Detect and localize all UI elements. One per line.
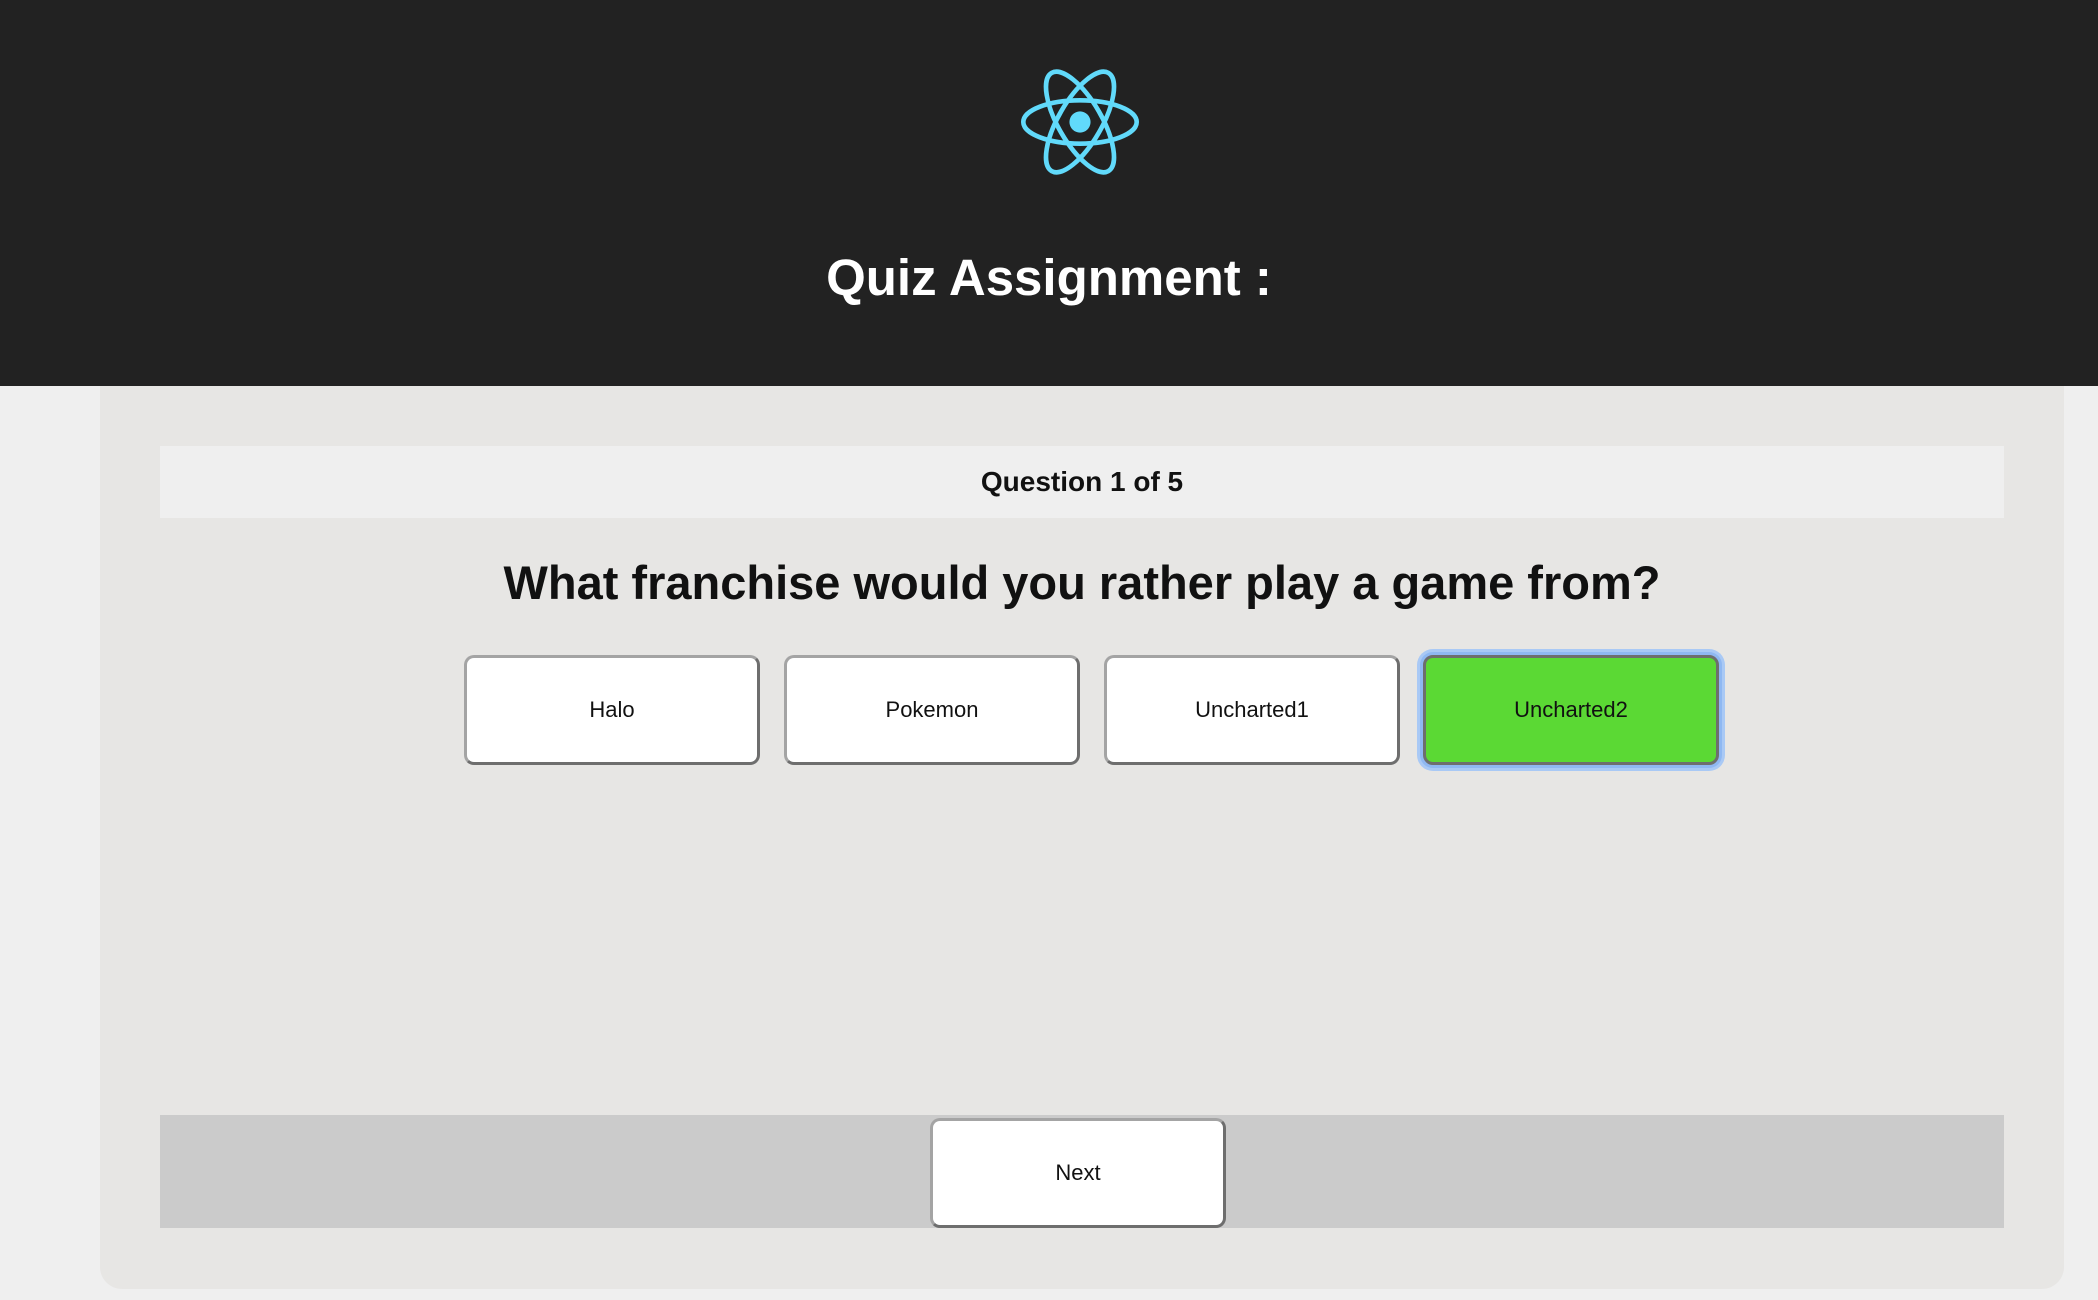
- answer-button-halo[interactable]: Halo: [464, 655, 760, 765]
- answer-button-pokemon[interactable]: Pokemon: [784, 655, 1080, 765]
- react-atom-icon: [1020, 69, 1140, 175]
- answer-button-uncharted1[interactable]: Uncharted1: [1104, 655, 1400, 765]
- navigation-bar: Next: [160, 1115, 2004, 1228]
- app-header: Quiz Assignment :: [0, 0, 2098, 386]
- next-button[interactable]: Next: [930, 1118, 1226, 1228]
- answer-button-uncharted2[interactable]: Uncharted2: [1423, 655, 1719, 765]
- quiz-card: Question 1 of 5 What franchise would you…: [100, 386, 2064, 1289]
- page-title: Quiz Assignment :: [826, 249, 1272, 306]
